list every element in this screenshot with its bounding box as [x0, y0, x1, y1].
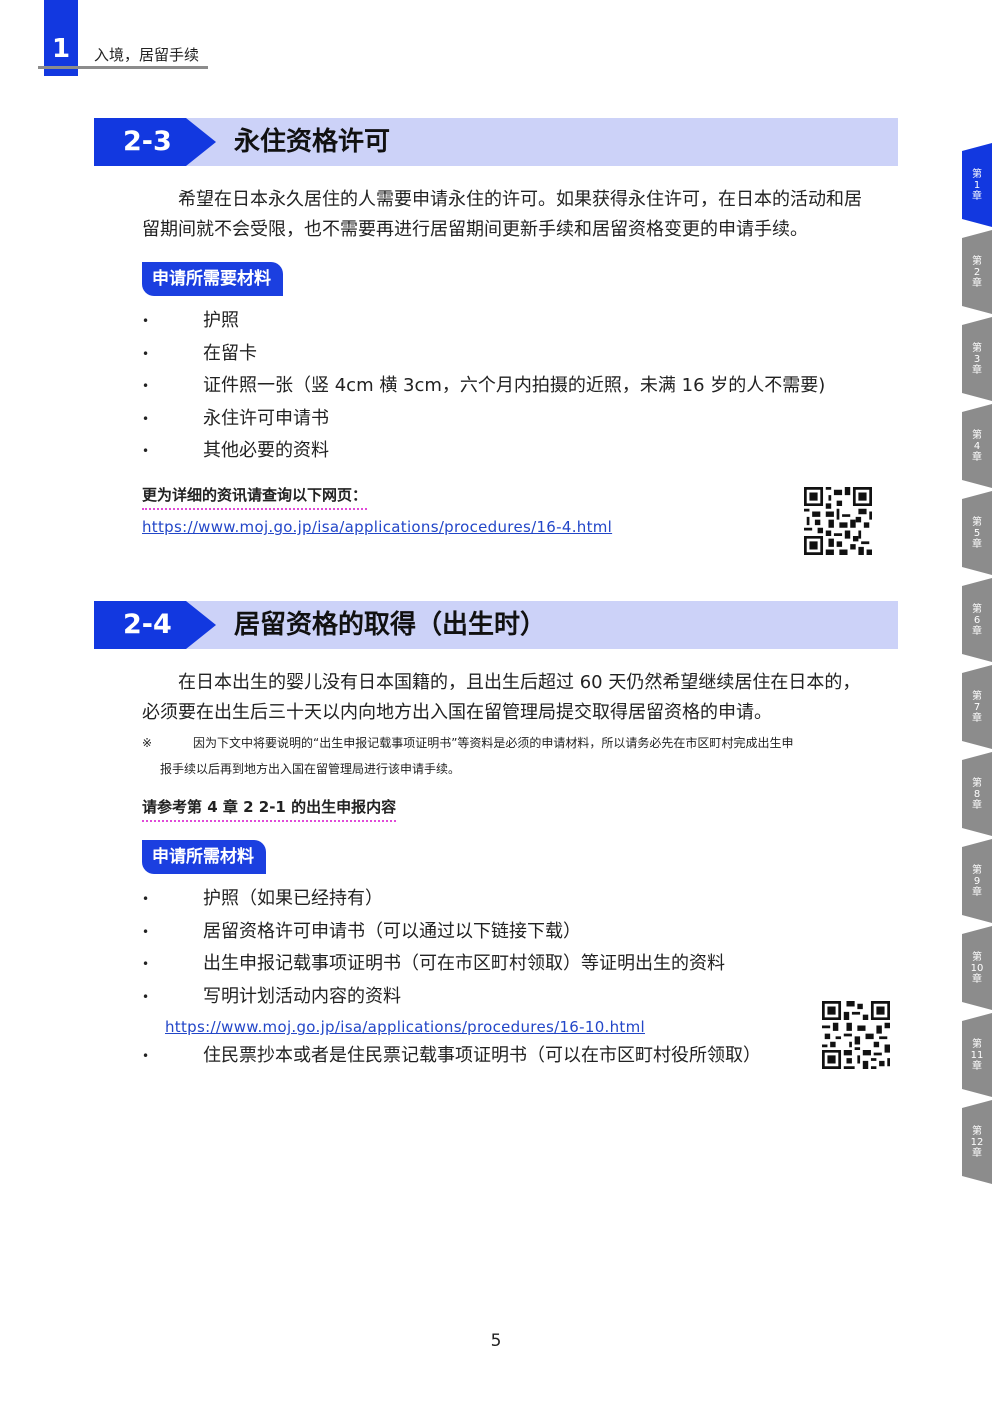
note-line: 报手续以后再到地方出入国在留管理局进行该申请手续。: [160, 762, 461, 776]
materials-list-2-4-continued: • 住民票抄本或者是住民票记载事项证明书（可以在市区町村役所领取）: [142, 1040, 882, 1073]
side-tab-chapter-3[interactable]: 第3章: [962, 317, 992, 401]
list-item: • 护照（如果已经持有）: [142, 888, 383, 909]
procedure-link-16-4[interactable]: https://www.moj.go.jp/isa/applications/p…: [142, 518, 612, 536]
more-info-label: 更为详细的资讯请查询以下网页：: [142, 484, 368, 510]
list-item: • 证件照一张（竖 4cm 横 3cm，六个月内拍摄的近照，未满 16 岁的人不需…: [142, 375, 826, 396]
page-number: 5: [490, 1331, 502, 1351]
procedure-link-16-10[interactable]: https://www.moj.go.jp/isa/applications/p…: [165, 1018, 645, 1036]
list-item: • 出生申报记载事项证明书（可在市区町村领取）等证明出生的资料: [142, 953, 725, 974]
list-item: • 在留卡: [142, 342, 257, 364]
side-tab-chapter-11[interactable]: 第 11 章: [962, 1013, 992, 1097]
list-item: • 居留资格许可申请书（可以通过以下链接下载）: [142, 920, 581, 942]
side-tab-chapter-6[interactable]: 第6章: [962, 578, 992, 662]
materials-tag: 申请所需要材料: [142, 262, 283, 296]
materials-list-2-3: • 护照 • 在留卡 • 证件照一张（竖 4cm 横 3cm，六个月内拍摄的近照，未满…: [142, 305, 882, 468]
section-number: 2-3: [94, 118, 216, 166]
paragraph-line: 留期间就不会受限，也不需要再进行居留期间更新手续和居留资格变更的申请手续。: [142, 219, 808, 240]
side-tab-chapter-12[interactable]: 第 12 章: [962, 1100, 992, 1184]
note-mark: ※: [142, 736, 153, 750]
intro-paragraph-2-3: 希望在日本永久居住的人需要申请永住的许可。如果获得永住许可，在日本的活动和居 留…: [142, 185, 902, 245]
chapter-number: 1: [51, 34, 71, 64]
section-banner-2-4: 2-4 居留资格的取得（出生时）: [94, 601, 898, 649]
list-item: • 永住许可申请书: [142, 407, 329, 429]
list-item: • 护照: [142, 310, 239, 331]
qr-code-16-4: [804, 487, 872, 555]
section-number: 2-4: [94, 601, 216, 649]
list-item: • 其他必要的资料: [142, 440, 329, 461]
section-title: 永住资格许可: [234, 127, 391, 157]
header-rule: [38, 66, 208, 69]
materials-list-2-4: • 护照（如果已经持有） • 居留资格许可申请书（可以通过以下链接下载） • 出生申报…: [142, 883, 882, 1013]
list-item: • 写明计划活动内容的资料: [142, 985, 401, 1007]
side-tab-chapter-8[interactable]: 第8章: [962, 752, 992, 836]
section-banner-2-3: 2-3 永住资格许可: [94, 118, 898, 166]
qr-code-16-10: [822, 1001, 890, 1069]
side-tab-chapter-10[interactable]: 第 10 章: [962, 926, 992, 1010]
note-text: 因为下文中将要说明的“出生申报记载事项证明书”等资料是必须的申请材料，所以请务必…: [160, 730, 900, 782]
side-tab-chapter-7[interactable]: 第7章: [962, 665, 992, 749]
note-line: 因为下文中将要说明的“出生申报记载事项证明书”等资料是必须的申请材料，所以请务必…: [193, 736, 794, 750]
side-tab-chapter-2[interactable]: 第2章: [962, 230, 992, 314]
section-title: 居留资格的取得（出生时）: [234, 610, 547, 640]
side-tab-chapter-5[interactable]: 第5章: [962, 491, 992, 575]
paragraph-line: 必须要在出生后三十天以内向地方出入国在留管理局提交取得居留资格的申请。: [142, 702, 772, 723]
paragraph-line: 希望在日本永久居住的人需要申请永住的许可。如果获得永住许可，在日本的活动和居: [178, 189, 862, 210]
side-tab-chapter-9[interactable]: 第9章: [962, 839, 992, 923]
list-item: • 住民票抄本或者是住民票记载事项证明书（可以在市区町村役所领取）: [142, 1045, 761, 1066]
reference-link[interactable]: 请参考第 4 章 2 2-1 的出生申报内容: [142, 796, 397, 822]
chapter-title: 入境，居留手续: [94, 46, 200, 64]
side-tab-chapter-4[interactable]: 第4章: [962, 404, 992, 488]
paragraph-line: 在日本出生的婴儿没有日本国籍的，且出生后超过 60 天仍然希望继续居住在日本的，: [178, 672, 861, 693]
intro-paragraph-2-4: 在日本出生的婴儿没有日本国籍的，且出生后超过 60 天仍然希望继续居住在日本的，…: [142, 668, 902, 728]
materials-tag: 申请所需材料: [142, 840, 266, 874]
side-tab-chapter-1[interactable]: 第1章: [962, 143, 992, 227]
